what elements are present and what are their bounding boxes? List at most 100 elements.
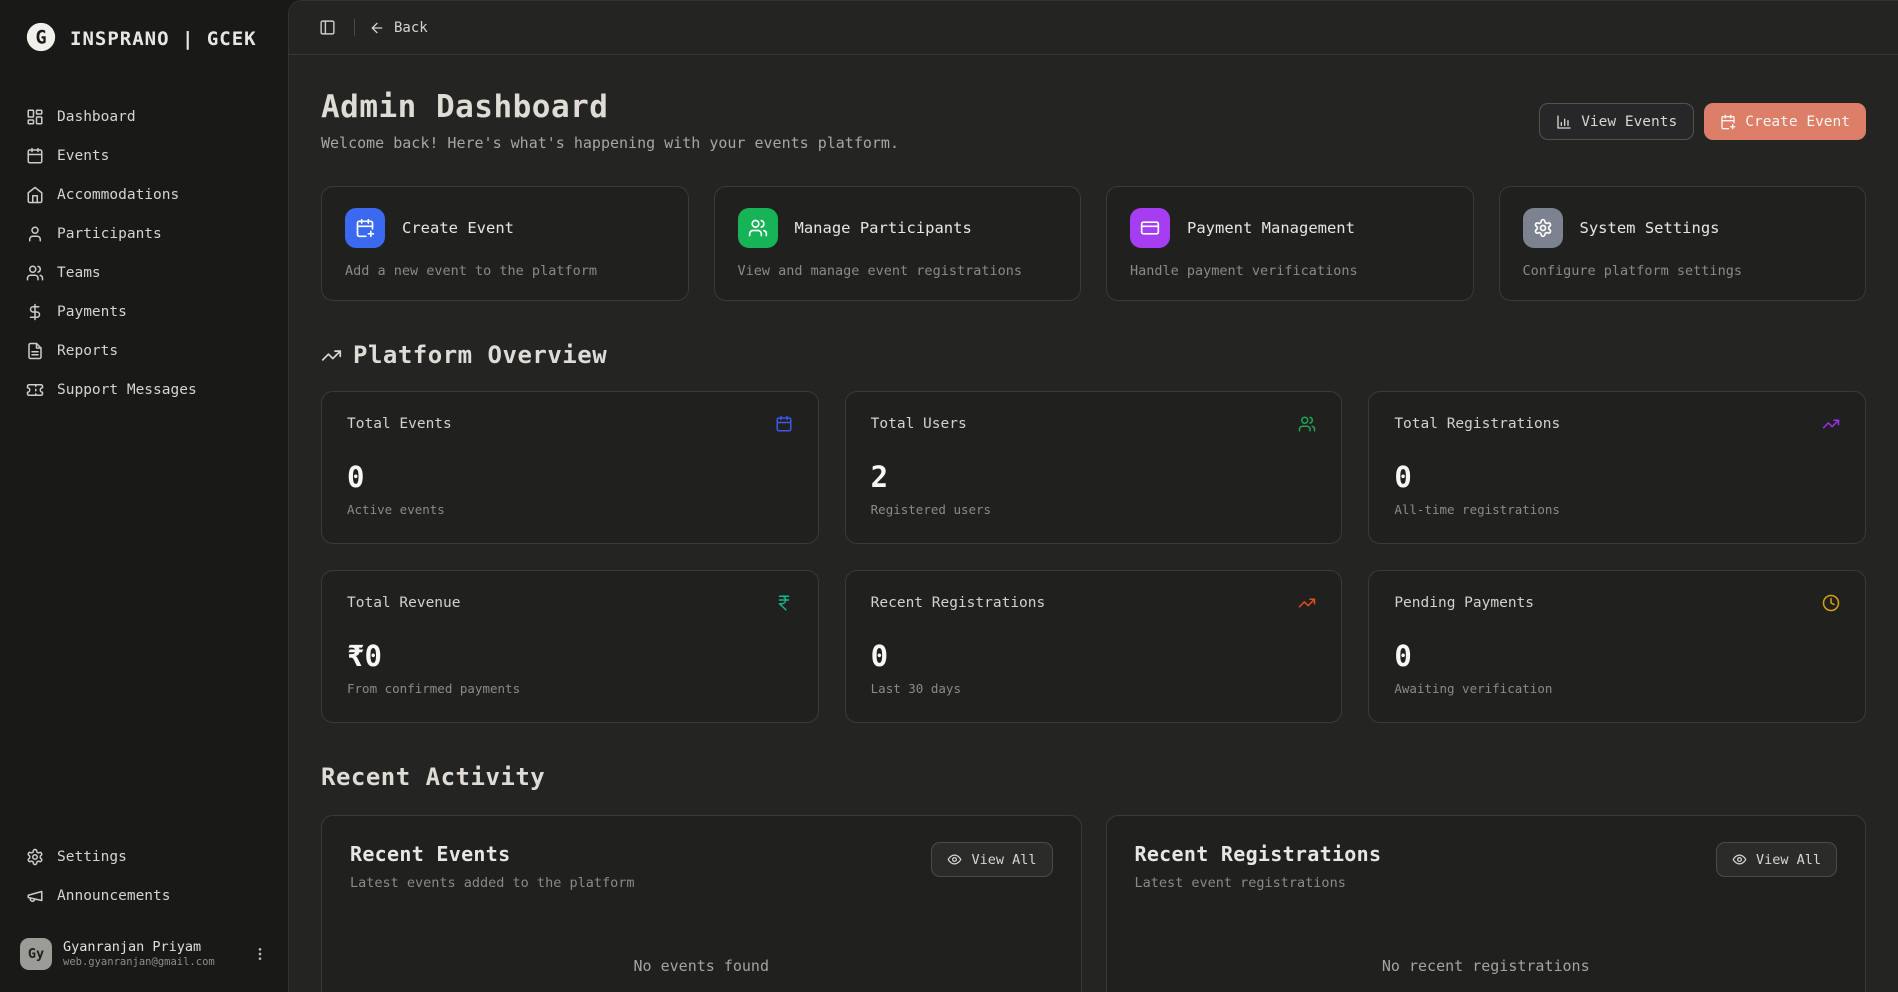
sidebar-spacer (16, 407, 272, 840)
trending-up-icon (1822, 415, 1840, 433)
stat-label: Total Users (871, 416, 967, 432)
card-title: Recent Events (350, 842, 634, 866)
view-all-events-button[interactable]: View All (931, 842, 1052, 877)
brand[interactable]: G INSPRANO | GCEK (16, 14, 272, 64)
stat-description: Awaiting verification (1394, 681, 1840, 696)
user-icon (26, 225, 44, 243)
page-subtitle: Welcome back! Here's what's happening wi… (321, 134, 899, 152)
create-event-button[interactable]: Create Event (1704, 103, 1866, 140)
quick-action-manage-participants[interactable]: Manage Participants View and manage even… (714, 186, 1082, 301)
gear-icon (26, 848, 44, 866)
stat-value: 0 (1394, 642, 1840, 671)
recent-registrations-card: Recent Registrations Latest event regist… (1106, 815, 1867, 992)
card-title: Recent Registrations (1135, 842, 1382, 866)
main-panel: Back Admin Dashboard Welcome back! Here'… (288, 0, 1898, 992)
credit-card-icon (1130, 208, 1170, 248)
create-event-label: Create Event (1745, 114, 1850, 130)
stat-description: From confirmed payments (347, 681, 793, 696)
svg-text:G: G (35, 27, 46, 48)
calendar-icon (775, 415, 793, 433)
page-header: Admin Dashboard Welcome back! Here's wha… (321, 89, 1866, 152)
calendar-plus-icon (1720, 114, 1736, 130)
brand-title: INSPRANO | GCEK (70, 28, 257, 50)
sidebar-footer: Settings Announcements Gy Gyanranjan Pri… (16, 840, 272, 976)
bar-chart-icon (1556, 114, 1572, 130)
sidebar-item-reports[interactable]: Reports (16, 334, 272, 368)
stat-total-events: Total Events 0 Active events (321, 391, 819, 544)
section-title-label: Recent Activity (321, 763, 545, 791)
sidebar-item-label: Payments (57, 304, 127, 320)
quick-action-title: Create Event (402, 219, 514, 237)
users-icon (738, 208, 778, 248)
gear-icon (1523, 208, 1563, 248)
sidebar-toggle-button[interactable] (315, 15, 340, 40)
stat-total-revenue: Total Revenue ₹0 From confirmed payments (321, 570, 819, 723)
users-icon (1298, 415, 1316, 433)
empty-events-message: No events found (350, 957, 1053, 975)
stat-value: 0 (347, 463, 793, 492)
file-text-icon (26, 342, 44, 360)
page-title: Admin Dashboard (321, 89, 899, 125)
view-events-button[interactable]: View Events (1539, 103, 1694, 140)
sidebar-item-participants[interactable]: Participants (16, 217, 272, 251)
sidebar-item-settings[interactable]: Settings (16, 840, 272, 874)
quick-actions: Create Event Add a new event to the plat… (321, 186, 1866, 301)
stat-description: Registered users (871, 502, 1317, 517)
users-icon (26, 264, 44, 282)
header-actions: View Events Create Event (1539, 103, 1866, 140)
user-info: Gyanranjan Priyam web.gyanranjan@gmail.c… (63, 939, 241, 970)
sidebar-item-payments[interactable]: Payments (16, 295, 272, 329)
stat-total-users: Total Users 2 Registered users (845, 391, 1343, 544)
empty-registrations-message: No recent registrations (1135, 957, 1838, 975)
eye-icon (947, 852, 962, 867)
quick-action-payment-management[interactable]: Payment Management Handle payment verifi… (1106, 186, 1474, 301)
view-all-label: View All (1756, 852, 1821, 868)
sidebar-item-accommodations[interactable]: Accommodations (16, 178, 272, 212)
stat-pending-payments: Pending Payments 0 Awaiting verification (1368, 570, 1866, 723)
sidebar-nav: Dashboard Events Accommodations Particip… (16, 100, 272, 407)
stat-label: Recent Registrations (871, 595, 1046, 611)
clock-icon (1822, 594, 1840, 612)
quick-action-title: System Settings (1580, 219, 1720, 237)
dashboard-content: Admin Dashboard Welcome back! Here's wha… (289, 55, 1898, 992)
section-title-label: Platform Overview (353, 341, 607, 369)
avatar: Gy (20, 938, 52, 970)
user-email: web.gyanranjan@gmail.com (63, 956, 241, 970)
quick-action-title: Manage Participants (795, 219, 972, 237)
profile-menu-button[interactable] (252, 946, 268, 962)
stat-description: Active events (347, 502, 793, 517)
back-button[interactable]: Back (369, 20, 428, 36)
quick-action-description: Configure platform settings (1523, 263, 1843, 279)
sidebar-item-dashboard[interactable]: Dashboard (16, 100, 272, 134)
quick-action-create-event[interactable]: Create Event Add a new event to the plat… (321, 186, 689, 301)
panel-left-icon (319, 19, 336, 36)
sidebar-item-events[interactable]: Events (16, 139, 272, 173)
topbar: Back (289, 1, 1898, 55)
more-vertical-icon (252, 946, 268, 962)
trending-up-icon (321, 345, 342, 366)
calendar-icon (26, 147, 44, 165)
app-root: G INSPRANO | GCEK Dashboard Events Accom… (0, 0, 1898, 992)
quick-action-system-settings[interactable]: System Settings Configure platform setti… (1499, 186, 1867, 301)
back-label: Back (394, 20, 428, 36)
sidebar-item-label: Announcements (57, 888, 171, 904)
quick-action-description: Handle payment verifications (1130, 263, 1450, 279)
stat-total-registrations: Total Registrations 0 All-time registrat… (1368, 391, 1866, 544)
view-all-registrations-button[interactable]: View All (1716, 842, 1837, 877)
sidebar-item-label: Dashboard (57, 109, 136, 125)
sidebar-item-label: Events (57, 148, 109, 164)
home-icon (26, 186, 44, 204)
indian-rupee-icon (775, 594, 793, 612)
user-profile[interactable]: Gy Gyanranjan Priyam web.gyanranjan@gmai… (16, 932, 272, 976)
sidebar-item-label: Teams (57, 265, 101, 281)
sidebar-item-teams[interactable]: Teams (16, 256, 272, 290)
sidebar-item-support-messages[interactable]: Support Messages (16, 373, 272, 407)
stat-value: ₹0 (347, 642, 793, 671)
stat-value: 0 (1394, 463, 1840, 492)
view-all-label: View All (971, 852, 1036, 868)
stat-label: Total Registrations (1394, 416, 1560, 432)
view-events-label: View Events (1581, 114, 1677, 130)
sidebar-item-announcements[interactable]: Announcements (16, 879, 272, 913)
calendar-plus-icon (345, 208, 385, 248)
stat-label: Total Events (347, 416, 452, 432)
